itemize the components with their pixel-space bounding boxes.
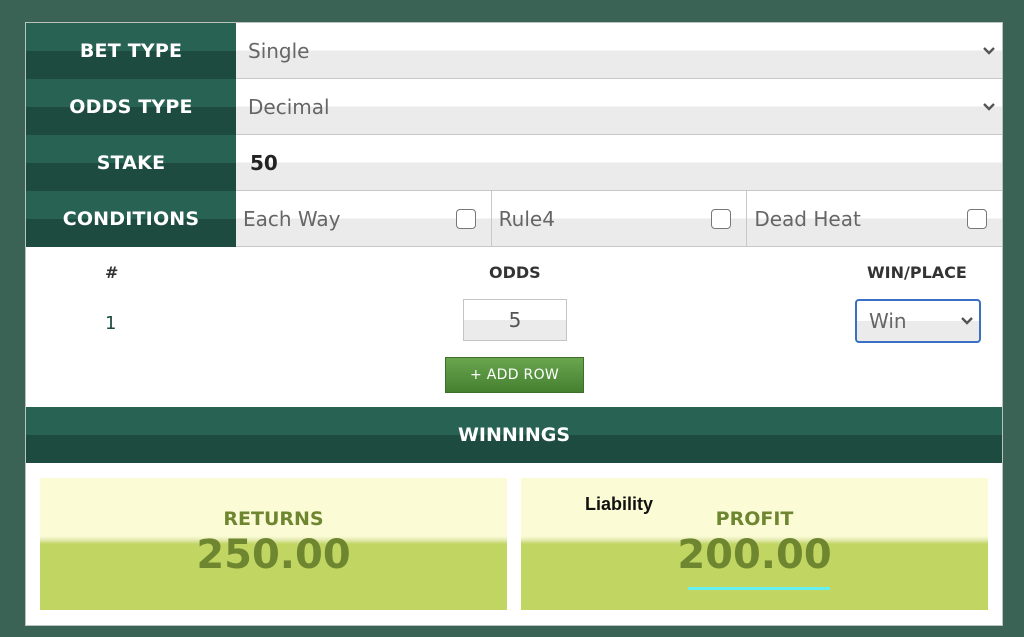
column-header-num: # (105, 263, 119, 282)
odds-type-row: ODDS TYPE Decimal (26, 79, 1002, 135)
stake-row: STAKE 50 (26, 135, 1002, 191)
win-place-select[interactable]: Win (855, 299, 981, 343)
column-header-odds: ODDS (489, 263, 541, 282)
bet-calculator-panel: BET TYPE Single ODDS TYPE Decimal STAKE … (25, 22, 1003, 626)
win-place-value: Win (869, 309, 907, 333)
conditions-row: CONDITIONS Each Way Rule4 Dead Heat (26, 191, 1003, 247)
rule4-label: Rule4 (498, 206, 555, 231)
condition-rule4[interactable]: Rule4 (491, 191, 748, 247)
chevron-down-icon (982, 102, 996, 112)
chevron-down-icon (982, 46, 996, 56)
condition-dead-heat[interactable]: Dead Heat (747, 191, 1003, 247)
condition-each-way[interactable]: Each Way (236, 191, 492, 247)
returns-value: 250.00 (196, 532, 351, 578)
odds-input[interactable]: 5 (463, 299, 567, 341)
profit-label: PROFIT (715, 508, 794, 530)
profit-underline (688, 587, 830, 590)
bet-type-row: BET TYPE Single (26, 23, 1002, 79)
returns-label: RETURNS (223, 508, 324, 530)
each-way-checkbox[interactable] (455, 208, 476, 229)
returns-box: RETURNS 250.00 (40, 478, 507, 610)
dead-heat-checkbox[interactable] (967, 208, 988, 229)
odds-type-select[interactable]: Decimal (236, 79, 1002, 135)
dead-heat-label: Dead Heat (754, 206, 861, 231)
odds-type-value: Decimal (248, 94, 330, 119)
chevron-down-icon (960, 316, 974, 326)
add-row-button[interactable]: + ADD ROW (445, 357, 584, 393)
profit-box: Liability PROFIT 200.00 (521, 478, 988, 610)
bet-type-value: Single (248, 38, 310, 63)
bet-type-select[interactable]: Single (236, 23, 1002, 79)
profit-value: 200.00 (677, 532, 832, 578)
odds-type-label: ODDS TYPE (26, 79, 236, 135)
conditions-label: CONDITIONS (26, 191, 236, 247)
rule4-checkbox[interactable] (711, 208, 732, 229)
each-way-label: Each Way (243, 206, 341, 231)
row-number: 1 (105, 313, 117, 334)
bet-type-label: BET TYPE (26, 23, 236, 79)
stake-label: STAKE (26, 135, 236, 191)
column-header-win-place: WIN/PLACE (867, 263, 967, 282)
stake-input[interactable]: 50 (236, 135, 1002, 191)
winnings-header: WINNINGS (26, 407, 1002, 463)
stake-value: 50 (250, 150, 278, 175)
